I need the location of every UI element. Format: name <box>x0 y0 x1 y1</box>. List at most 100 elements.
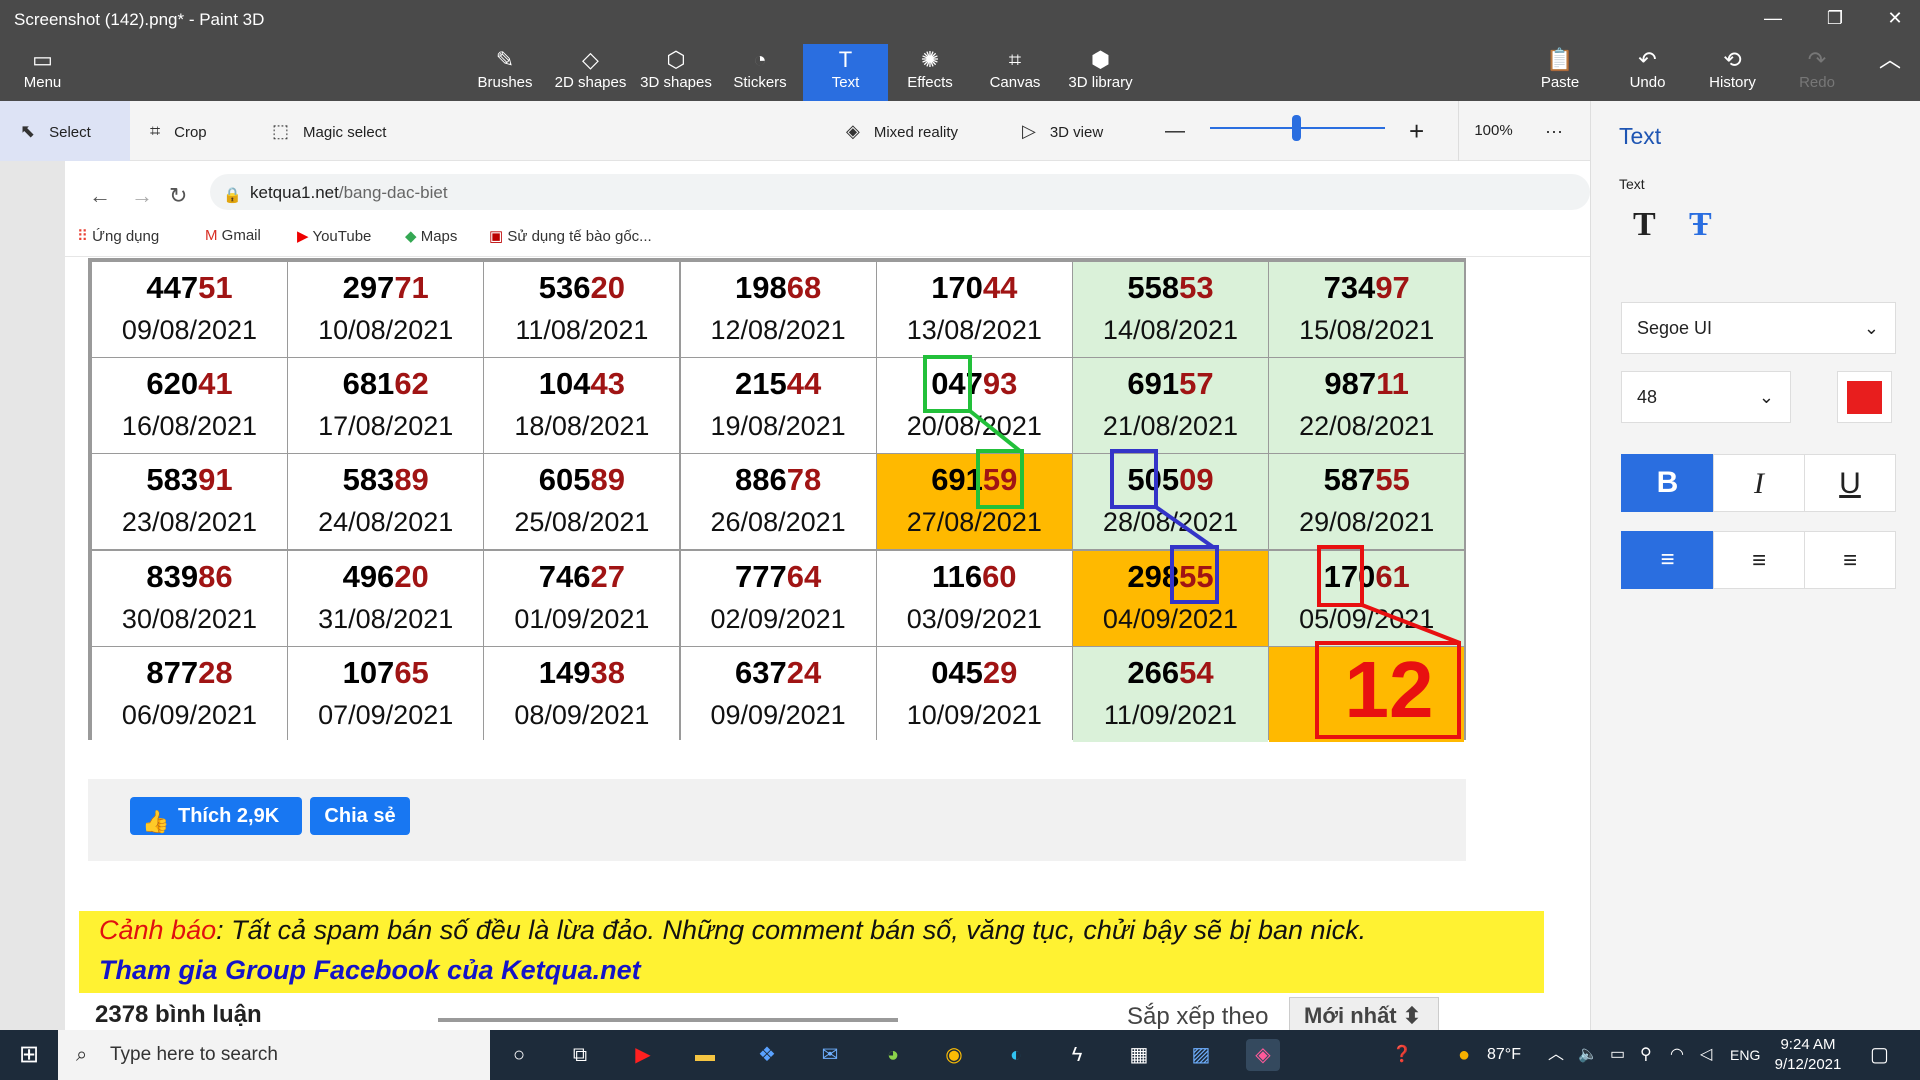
history-button[interactable]: ⟲ History <box>1705 44 1760 101</box>
align-center-button[interactable]: ≡ <box>1713 531 1805 589</box>
temperature[interactable]: 87°F <box>1487 1030 1521 1080</box>
bold-button[interactable]: B <box>1621 454 1714 512</box>
magic-select-button[interactable]: ⬚ Magic select <box>272 101 386 161</box>
result-date: 29/08/2021 <box>1299 507 1435 538</box>
system-clock[interactable]: 9:24 AM 9/12/2021 <box>1768 1035 1848 1075</box>
annotation-text[interactable]: 12 <box>1318 642 1460 738</box>
like-button[interactable]: 👍 Thích 2,9K <box>130 797 302 835</box>
mixed-reality-label: Mixed reality <box>873 124 959 141</box>
result-last-two-digits: 55 <box>1179 558 1214 594</box>
bookmark-apps[interactable]: ⠿ Ứng dụng <box>77 227 159 245</box>
result-number: 55853 <box>1073 270 1268 306</box>
undo-button[interactable]: ↶ Undo <box>1625 44 1670 101</box>
result-date: 26/08/2021 <box>710 507 846 538</box>
app-grid-icon[interactable]: ▦ <box>1122 1039 1156 1071</box>
photos-icon[interactable]: ▨ <box>1184 1039 1218 1071</box>
wifi-icon[interactable]: ◠ <box>1670 1030 1684 1080</box>
canvas-image: ← → ↻ 🔒 ketqua1.net/bang-dac-biet ⠿ Ứng … <box>65 161 1590 1030</box>
back-icon[interactable]: ← <box>89 183 111 209</box>
file-explorer-icon[interactable]: ▬ <box>688 1039 722 1071</box>
result-number-prefix: 637 <box>734 654 787 690</box>
tool-stickers[interactable]: ◔ Stickers <box>725 44 795 101</box>
zoom-in-button[interactable]: + <box>1409 101 1424 161</box>
bookmark-maps[interactable]: ◆ Maps <box>405 227 457 245</box>
battery-icon[interactable]: ▭ <box>1610 1030 1625 1080</box>
result-date: 10/09/2021 <box>906 699 1042 730</box>
youtube-icon: ▶ <box>297 228 309 245</box>
zoom-slider-thumb[interactable] <box>1292 115 1301 141</box>
bookmark-gmail[interactable]: M Gmail <box>205 227 261 244</box>
notifications-icon[interactable]: ▢ <box>1870 1030 1889 1080</box>
minimize-button[interactable]: — <box>1758 8 1788 34</box>
result-date: 09/08/2021 <box>121 315 258 345</box>
network-icon[interactable]: ⚲ <box>1640 1030 1652 1080</box>
undo-icon: ↶ <box>1638 47 1657 72</box>
result-number-prefix: 987 <box>1324 366 1377 402</box>
help-icon[interactable]: ❓ <box>1392 1030 1412 1080</box>
collapse-ribbon-button[interactable]: ︿ <box>1870 44 1910 101</box>
maximize-button[interactable]: ❐ <box>1820 8 1850 34</box>
menu-button[interactable]: ▭ Menu <box>20 44 65 101</box>
dropbox-icon[interactable]: ❖ <box>750 1039 784 1071</box>
align-right-button[interactable]: ≡ <box>1804 531 1896 589</box>
bookmark-stem-cell[interactable]: ▣ Sử dụng tế bào gốc... <box>489 227 652 245</box>
tool-effects[interactable]: ✺ Effects <box>895 44 965 101</box>
edge-icon[interactable]: ◐ <box>999 1039 1033 1071</box>
tool-3d-shapes[interactable]: ⬡ 3D shapes <box>637 44 715 101</box>
facebook-group-link[interactable]: Tham gia Group Facebook của Ketqua.net <box>99 955 641 986</box>
crop-button[interactable]: ⌗ Crop <box>150 101 207 161</box>
paint3d-app-icon[interactable]: ◈ <box>1246 1039 1280 1071</box>
italic-button[interactable]: I <box>1713 454 1805 512</box>
result-number-prefix: 691 <box>1127 366 1180 402</box>
redo-button[interactable]: ↷ Redo <box>1797 44 1837 101</box>
result-number: 58755 <box>1269 462 1464 498</box>
tool-canvas[interactable]: ⌗ Canvas <box>980 44 1050 101</box>
underline-button[interactable]: U <box>1804 454 1896 512</box>
close-button[interactable]: ✕ <box>1880 8 1910 34</box>
tool-2d-shapes[interactable]: ◇ 2D shapes <box>553 44 628 101</box>
tool-3d-library[interactable]: ⬢ 3D library <box>1063 44 1138 101</box>
text-color-button[interactable] <box>1837 371 1892 423</box>
font-family-select[interactable]: Segoe UI ⌄ <box>1621 302 1896 354</box>
cursor-icon: ⬉ <box>20 121 36 141</box>
youtube-app-icon[interactable]: ▶ <box>626 1039 660 1071</box>
weather-sun-icon[interactable]: ● <box>1458 1030 1470 1080</box>
result-last-two-digits: 44 <box>786 366 822 402</box>
paste-button[interactable]: 📋 Paste <box>1535 44 1585 101</box>
3d-view-icon: ▷ <box>1022 121 1036 141</box>
clock-date: 9/12/2021 <box>1774 1056 1842 1073</box>
forward-icon[interactable]: → <box>131 183 153 209</box>
2d-text-icon[interactable]: T <box>1633 206 1656 244</box>
font-size-select[interactable]: 48 ⌄ <box>1621 371 1791 423</box>
result-number-prefix: 620 <box>146 366 199 402</box>
zoom-out-button[interactable]: — <box>1165 101 1185 161</box>
mixed-reality-button[interactable]: ◈ Mixed reality <box>846 101 958 161</box>
tool-text[interactable]: T Text <box>803 44 888 101</box>
tray-overflow-icon[interactable]: ︿ <box>1548 1030 1564 1080</box>
chrome-icon[interactable]: ◉ <box>937 1039 971 1071</box>
align-left-button[interactable]: ≡ <box>1621 531 1714 589</box>
url-text[interactable]: ketqua1.net/bang-dac-biet <box>250 183 448 203</box>
sort-select[interactable]: Mới nhất ⬍ <box>1289 997 1439 1030</box>
bookmark-youtube[interactable]: ▶ YouTube <box>297 227 371 245</box>
more-options-button[interactable]: ··· <box>1545 101 1563 161</box>
task-view-icon[interactable]: ⧉ <box>563 1039 597 1071</box>
result-cell: 11660 03/09/2021 <box>876 550 1072 646</box>
select-button[interactable]: ⬉ Select <box>0 101 130 161</box>
taskbar-search[interactable]: ⌕ Type here to search <box>58 1030 490 1080</box>
reload-icon[interactable]: ↻ <box>169 183 187 209</box>
language-indicator[interactable]: ENG <box>1730 1030 1760 1080</box>
volume-icon[interactable]: ◁ <box>1700 1030 1712 1080</box>
folder-icon: ▭ <box>32 47 53 72</box>
app-green-icon[interactable]: ◕ <box>876 1039 910 1071</box>
windows-start-button[interactable]: ⊞ <box>0 1030 58 1080</box>
mail-icon[interactable]: ✉ <box>813 1039 847 1071</box>
cortana-icon[interactable]: ○ <box>502 1039 536 1071</box>
share-button[interactable]: Chia sẻ <box>310 797 410 835</box>
3d-text-icon[interactable]: Ŧ <box>1689 206 1712 244</box>
3d-view-button[interactable]: ▷ 3D view <box>1022 101 1103 161</box>
speaker-icon[interactable]: 🔈 <box>1578 1030 1598 1080</box>
windows-taskbar: ⊞ ⌕ Type here to search ○ ⧉ ▶ ▬ ❖ ✉ ◕ ◉ ◐… <box>0 1030 1920 1080</box>
tool-brushes[interactable]: ✎ Brushes <box>470 44 540 101</box>
app-bolt-icon[interactable]: ϟ <box>1060 1039 1094 1071</box>
